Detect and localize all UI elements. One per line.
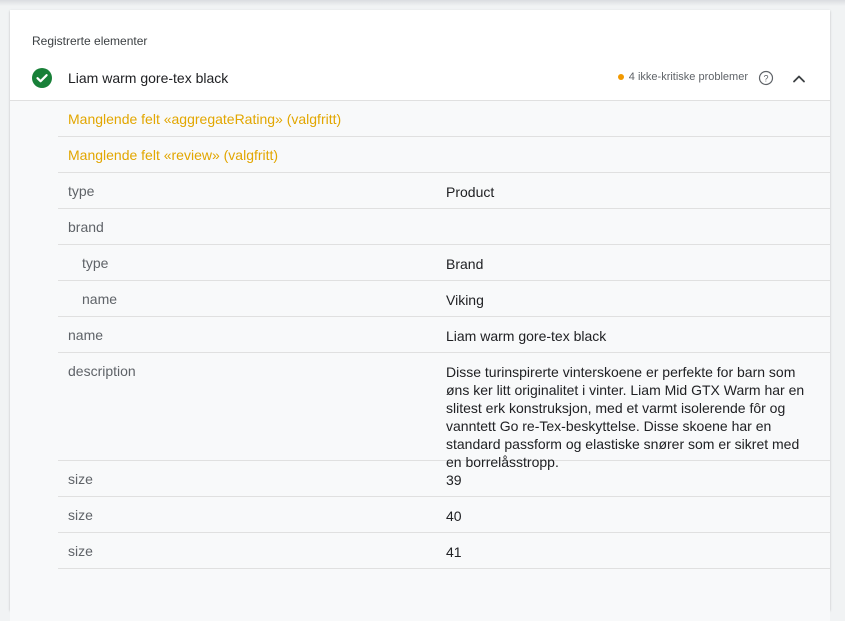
top-shadow-bar [0, 0, 845, 6]
property-key: type [68, 183, 95, 199]
property-row: size 39 [58, 461, 830, 497]
warning-text: Manglende felt «aggregateRating» (valgfr… [68, 111, 342, 127]
property-row: name Liam warm gore-tex black [58, 317, 830, 353]
section-title: Registrerte elementer [32, 34, 148, 48]
property-value: Viking [446, 292, 484, 308]
property-row: brand [58, 209, 830, 245]
svg-text:?: ? [763, 74, 768, 84]
check-circle-icon [32, 68, 52, 88]
warning-row: Manglende felt «review» (valgfritt) [58, 137, 830, 173]
property-row-nested: name Viking [58, 281, 830, 317]
property-value: Liam warm gore-tex black [446, 328, 607, 344]
property-row: description Disse turinspirerte vintersk… [58, 353, 830, 470]
property-key: brand [68, 219, 104, 235]
property-key: size [68, 507, 93, 523]
issues-summary: 4 ikke-kritiske problemer [617, 71, 748, 83]
property-row: type Product [58, 173, 830, 209]
help-icon[interactable]: ? [758, 70, 774, 86]
item-header[interactable]: Liam warm gore-tex black 4 ikke-kritiske… [10, 60, 830, 101]
item-details: Manglende felt «aggregateRating» (valgfr… [10, 101, 830, 621]
property-row-nested: type Brand [58, 245, 830, 281]
property-key: description [68, 363, 136, 379]
issues-label: 4 ikke-kritiske problemer [628, 71, 748, 83]
property-key: name [68, 327, 104, 343]
warning-dot-icon [617, 74, 624, 80]
property-key: size [68, 471, 93, 487]
chevron-up-icon[interactable] [790, 70, 808, 88]
property-value: 40 [446, 508, 462, 524]
property-value: 41 [446, 544, 462, 560]
property-value: 39 [446, 472, 462, 488]
property-value: Product [446, 184, 495, 200]
property-value: Brand [446, 256, 484, 272]
property-key: type [82, 255, 109, 271]
property-key: size [68, 543, 93, 559]
warning-row: Manglende felt «aggregateRating» (valgfr… [58, 101, 830, 137]
property-value: Disse turinspirerte vinterskoene er perf… [446, 364, 805, 470]
item-title: Liam warm gore-tex black [68, 70, 229, 86]
property-row: size 40 [58, 497, 830, 533]
property-key: name [82, 291, 118, 307]
property-row: size 41 [58, 533, 830, 569]
warning-text: Manglende felt «review» (valgfritt) [68, 147, 279, 163]
detected-items-card: Registrerte elementer Liam warm gore-tex… [10, 10, 830, 621]
